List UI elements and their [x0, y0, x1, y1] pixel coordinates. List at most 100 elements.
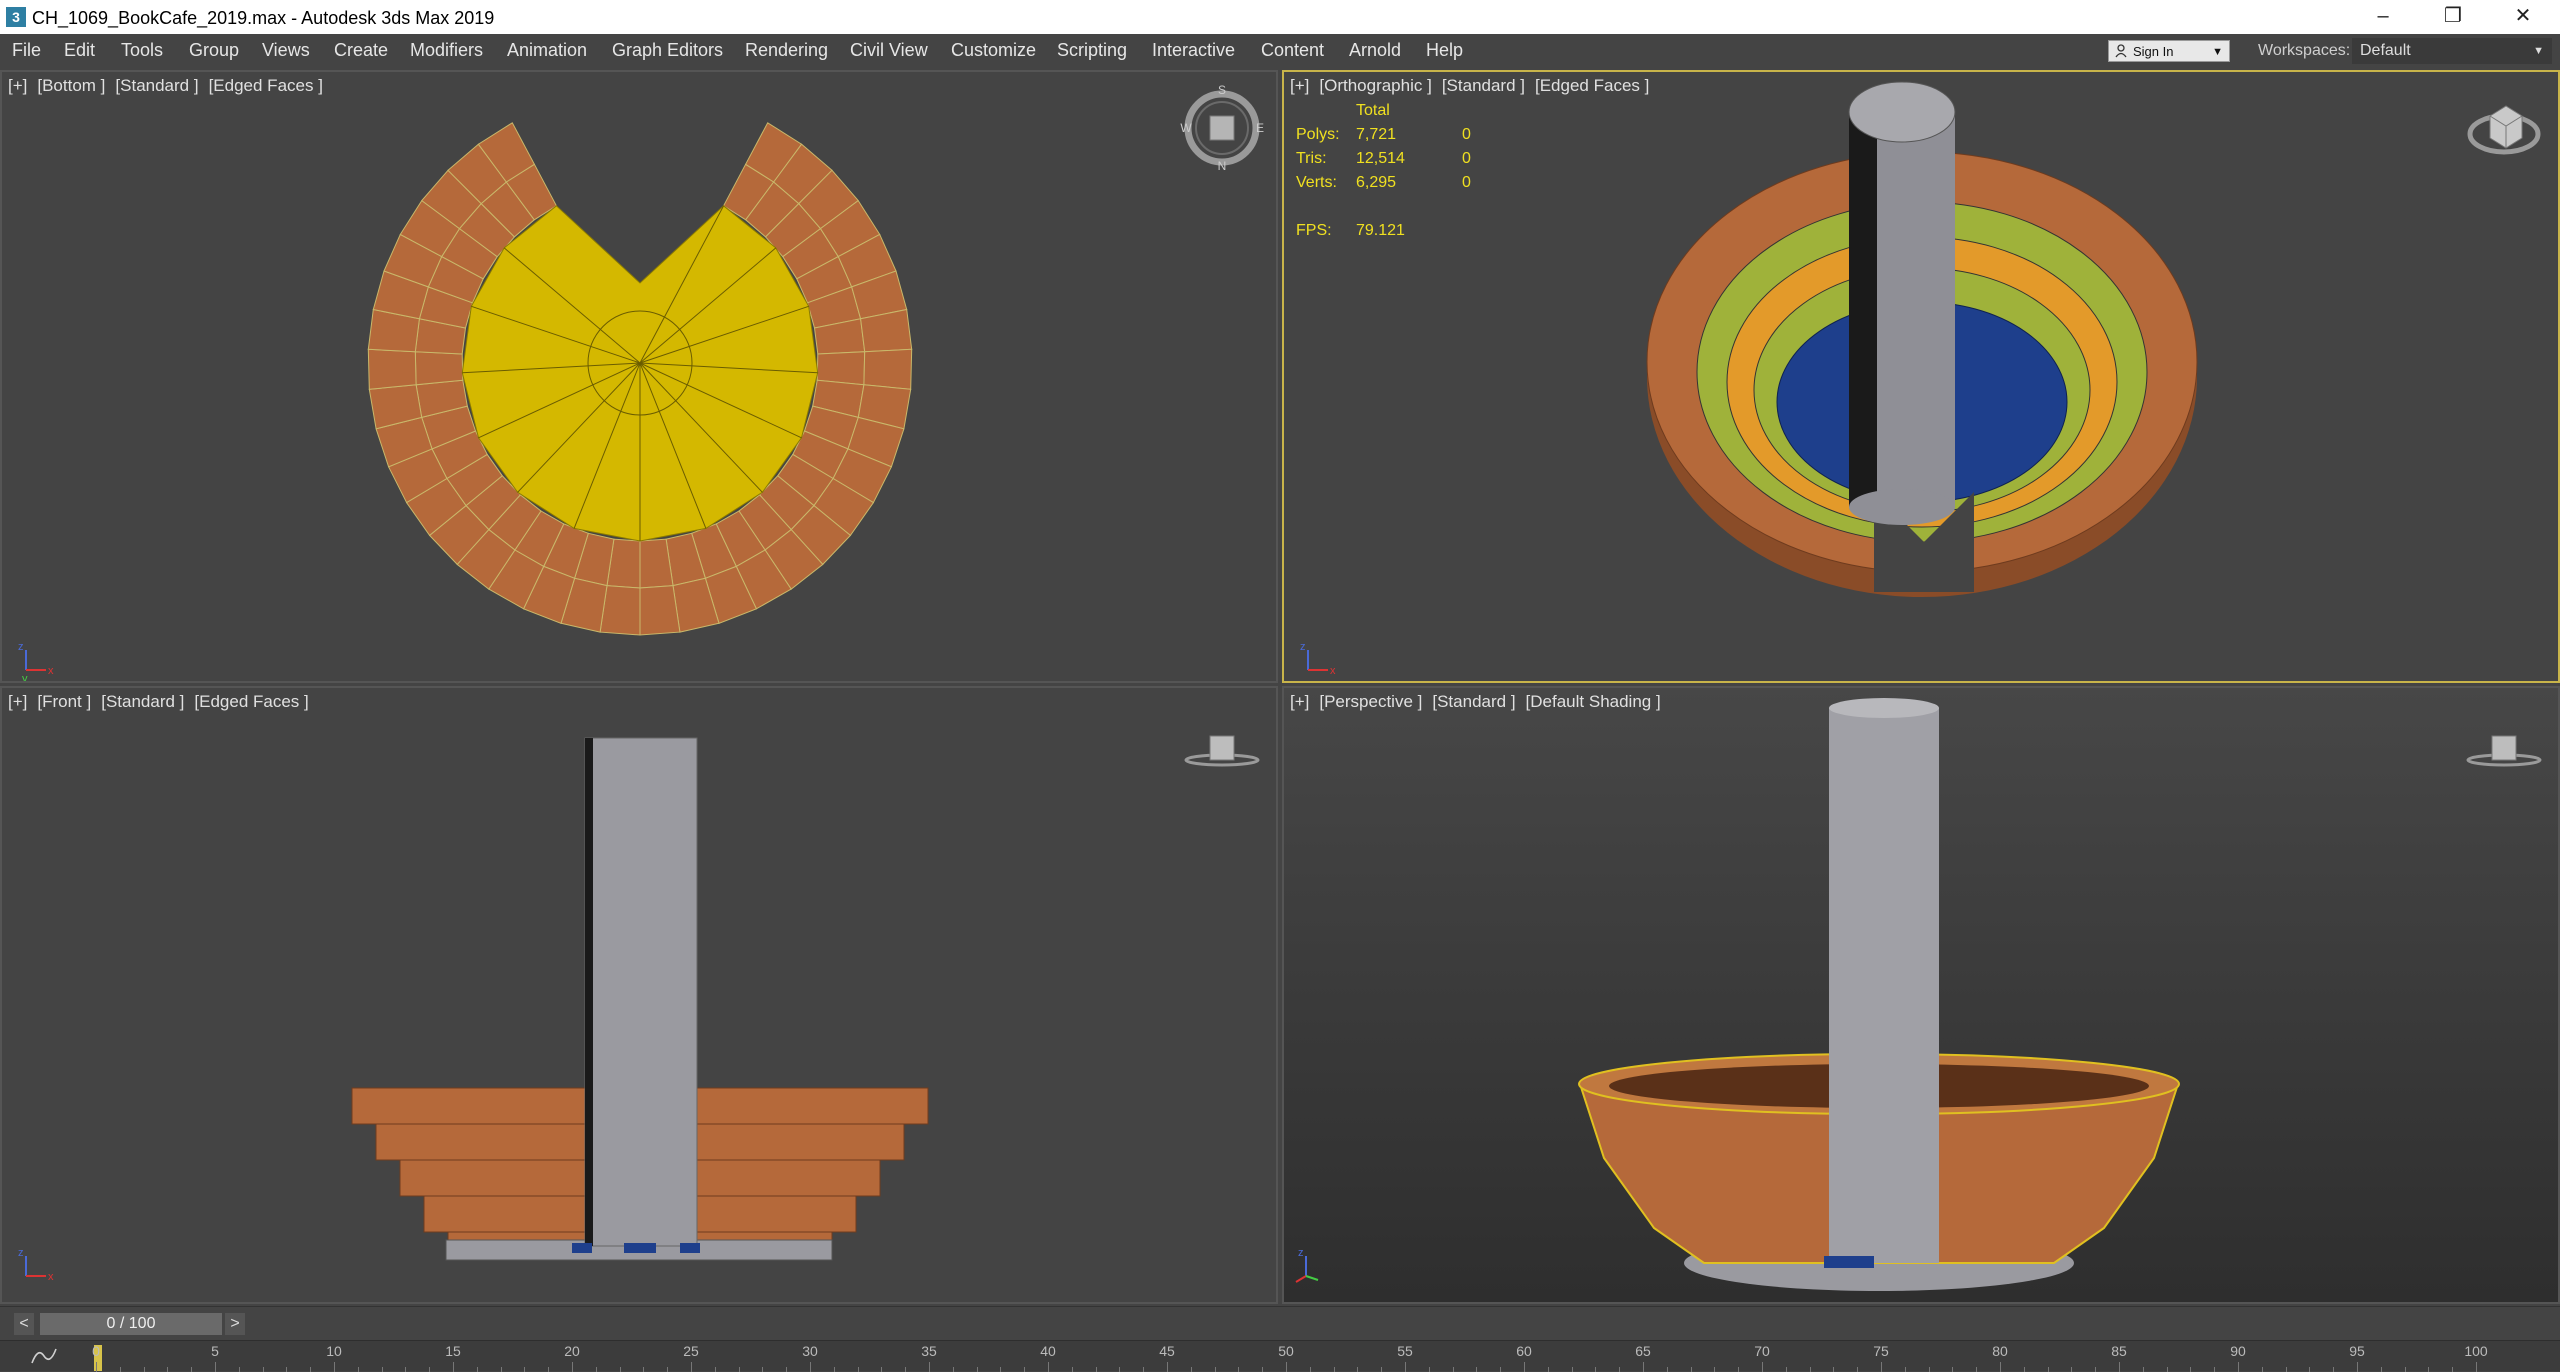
frame-tick — [1714, 1367, 1716, 1372]
frame-tick — [500, 1367, 502, 1372]
menu-interactive[interactable]: Interactive — [1152, 40, 1235, 61]
viewport-shading-standard[interactable]: [Standard ] — [1442, 76, 1525, 95]
axis-y-label: y — [22, 673, 28, 682]
menu-help[interactable]: Help — [1426, 40, 1463, 61]
frame-tick-label: 50 — [1278, 1343, 1294, 1359]
menu-scripting[interactable]: Scripting — [1057, 40, 1127, 61]
axis-z-label: z — [18, 642, 24, 653]
viewport-point-of-view[interactable]: [Perspective ] — [1319, 692, 1422, 711]
viewcube[interactable] — [2464, 730, 2544, 770]
frame-tick — [1904, 1367, 1906, 1372]
curve-editor-icon[interactable] — [30, 1345, 58, 1367]
frame-tick — [714, 1367, 716, 1372]
menu-edit[interactable]: Edit — [64, 40, 95, 61]
viewport-display-mode[interactable]: [Edged Faces ] — [209, 76, 323, 95]
stats-selected: 0 — [1462, 174, 1471, 191]
frame-tick — [548, 1367, 550, 1372]
frame-tick — [1690, 1367, 1692, 1372]
menu-content[interactable]: Content — [1261, 40, 1324, 61]
frame-tick — [2261, 1367, 2263, 1372]
frame-tick — [310, 1367, 312, 1372]
frame-tick — [786, 1367, 788, 1372]
viewport-point-of-view[interactable]: [Bottom ] — [37, 76, 105, 95]
menu-civil-view[interactable]: Civil View — [850, 40, 928, 61]
viewport-display-mode[interactable]: [Edged Faces ] — [194, 692, 308, 711]
frame-tick — [1095, 1367, 1097, 1372]
viewport-display-mode[interactable]: [Edged Faces ] — [1535, 76, 1649, 95]
frame-tick — [833, 1367, 835, 1372]
close-button[interactable]: ✕ — [2488, 0, 2558, 34]
viewport-display-mode[interactable]: [Default Shading ] — [1526, 692, 1661, 711]
viewcube[interactable] — [2464, 94, 2544, 164]
viewport-shading-standard[interactable]: [Standard ] — [1432, 692, 1515, 711]
frame-tick — [952, 1367, 954, 1372]
previous-frame-button[interactable]: < — [14, 1313, 34, 1335]
axis-gizmo: z — [1295, 1248, 1319, 1283]
frame-tick — [595, 1367, 597, 1372]
frame-tick — [357, 1367, 359, 1372]
app-icon[interactable]: 3 — [6, 7, 26, 27]
viewport-shading-standard[interactable]: [Standard ] — [101, 692, 184, 711]
minimize-button[interactable]: – — [2348, 0, 2418, 34]
frame-tick — [1857, 1367, 1859, 1372]
viewport-menu-plus[interactable]: [+] — [1290, 76, 1309, 95]
menu-animation[interactable]: Animation — [507, 40, 587, 61]
viewport-menu-plus[interactable]: [+] — [8, 76, 27, 95]
bottom-view-scene — [367, 122, 913, 636]
track-bar[interactable]: 0 5 10 15 20 25 30 35 40 45 50 55 60 65 70 75 80 85 90 95 10… — [0, 1340, 2560, 1372]
svg-text:z: z — [18, 1248, 24, 1259]
frame-tick — [667, 1367, 669, 1372]
frame-tick — [2214, 1367, 2216, 1372]
viewport-shading-standard[interactable]: [Standard ] — [115, 76, 198, 95]
menu-views[interactable]: Views — [262, 40, 310, 61]
door-blue-1 — [572, 1243, 592, 1253]
menu-graph-editors[interactable]: Graph Editors — [612, 40, 723, 61]
restore-button[interactable]: ❐ — [2418, 0, 2488, 34]
frame-tick — [1547, 1367, 1549, 1372]
compass-n: N — [1218, 159, 1227, 170]
viewport-bottom[interactable]: [+] [Bottom ] [Standard ] [Edged Faces ] z x… — [0, 70, 1278, 683]
chevron-down-icon: ▼ — [2533, 45, 2544, 57]
viewport-front[interactable]: [+] [Front ] [Standard ] [Edged Faces ] zx — [0, 686, 1278, 1304]
bottom-view-model — [367, 122, 913, 636]
viewcube[interactable]: S N W E — [1178, 80, 1268, 170]
frame-tick — [2428, 1367, 2430, 1372]
frame-tick — [1571, 1367, 1573, 1372]
viewcube[interactable] — [1182, 730, 1262, 770]
menu-group[interactable]: Group — [189, 40, 239, 61]
viewport-point-of-view[interactable]: [Front ] — [37, 692, 91, 711]
viewport-label: [+] [Bottom ] [Standard ] [Edged Faces ] — [8, 76, 333, 96]
frame-tick-label: 100 — [2464, 1343, 2488, 1359]
viewport-menu-plus[interactable]: [+] — [8, 692, 27, 711]
frame-tick — [905, 1367, 907, 1372]
compass-e: E — [1256, 121, 1264, 135]
frame-tick — [1357, 1367, 1359, 1372]
frame-tick-label: 40 — [1040, 1343, 1056, 1359]
door-blue-2 — [624, 1243, 656, 1253]
frame-tick — [1666, 1367, 1668, 1372]
axis-x-label: x — [48, 665, 54, 677]
menu-create[interactable]: Create — [334, 40, 388, 61]
menu-arnold[interactable]: Arnold — [1349, 40, 1401, 61]
menu-rendering[interactable]: Rendering — [745, 40, 828, 61]
workspaces-select[interactable]: Default ▼ — [2352, 38, 2552, 64]
frame-tick — [2380, 1367, 2382, 1372]
frame-tick-label: 75 — [1873, 1343, 1889, 1359]
menu-tools[interactable]: Tools — [121, 40, 163, 61]
viewport-menu-plus[interactable]: [+] — [1290, 692, 1309, 711]
viewport-point-of-view[interactable]: [Orthographic ] — [1319, 76, 1431, 95]
frame-tick — [381, 1367, 383, 1372]
frame-tick — [762, 1367, 764, 1372]
viewport-label: [+] [Perspective ] [Standard ] [Default Sha… — [1290, 692, 1671, 712]
next-frame-button[interactable]: > — [225, 1313, 245, 1335]
viewport-orthographic[interactable]: [+] [Orthographic ] [Standard ] [Edged Face… — [1282, 70, 2560, 683]
menu-customize[interactable]: Customize — [951, 40, 1036, 61]
menu-file[interactable]: File — [12, 40, 41, 61]
viewport-perspective[interactable]: [+] [Perspective ] [Standard ] [Default Sha… — [1282, 686, 2560, 1304]
frame-tick-label: 20 — [564, 1343, 580, 1359]
menu-modifiers[interactable]: Modifiers — [410, 40, 483, 61]
shelf-segment — [816, 351, 866, 386]
time-slider[interactable]: 0 / 100 — [40, 1313, 222, 1335]
frame-tick — [2023, 1367, 2025, 1372]
sign-in-dropdown[interactable]: Sign In ▼ — [2108, 40, 2230, 62]
